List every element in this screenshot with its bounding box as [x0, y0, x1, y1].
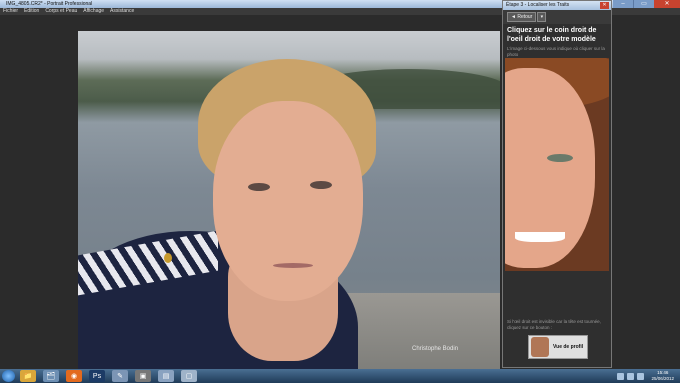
taskbar-apps: 📁 🗂 ◉ Ps ✎ ▣ ▤ ▢ — [20, 370, 204, 382]
menu-edition[interactable]: Edition — [21, 8, 42, 15]
feather-icon[interactable]: ✎ — [112, 370, 128, 382]
explorer-icon[interactable]: 📁 — [20, 370, 36, 382]
back-dropdown-button[interactable]: ▾ — [537, 12, 547, 22]
menu-assistance[interactable]: Assistance — [107, 8, 137, 15]
window-title: IMG_4805.CR2* - Portrait Professional — [6, 1, 93, 7]
step-instruction: L'image ci-dessous vous indique où cliqu… — [507, 46, 605, 57]
right-eye — [310, 181, 332, 189]
photo-canvas[interactable]: Christophe Bodin — [78, 31, 500, 383]
model-smile — [515, 232, 565, 242]
network-icon[interactable] — [627, 372, 635, 380]
mouth — [273, 263, 313, 268]
menu-affichage[interactable]: Affichage — [80, 8, 107, 15]
minimize-button[interactable]: – — [613, 0, 633, 8]
panel-title: Étape 3 - Localiser les Traits — [503, 1, 611, 10]
clock-date: 25/06/2012 — [651, 376, 674, 381]
firefox-icon[interactable]: ◉ — [66, 370, 82, 382]
photoshop-icon[interactable]: Ps — [89, 370, 105, 382]
step-heading: Cliquez sur le coin droit de l'oeil droi… — [507, 27, 597, 43]
clock[interactable]: 15:46 25/06/2012 — [651, 370, 674, 382]
step-panel: Étape 3 - Localiser les Traits ✕ ◄ Retou… — [502, 0, 612, 368]
earring — [164, 253, 172, 263]
profile-hint: Si l'œil droit est invisible car la tête… — [507, 319, 601, 330]
face — [213, 101, 363, 301]
document-icon[interactable]: ▤ — [158, 370, 174, 382]
taskbar: 📁 🗂 ◉ Ps ✎ ▣ ▤ ▢ 15:46 25/06/2012 — [0, 369, 680, 383]
photo-watermark: Christophe Bodin — [412, 346, 459, 352]
libraries-icon[interactable]: 🗂 — [43, 370, 59, 382]
menu-corps-et-peau[interactable]: Corps et Peau — [42, 8, 80, 15]
profile-thumbnail-icon — [531, 337, 549, 357]
close-button[interactable]: ✕ — [654, 0, 680, 8]
profile-view-label: Vue de profil — [553, 344, 584, 350]
model-reference-image — [505, 58, 609, 271]
window-controls: – ▭ ✕ — [613, 0, 680, 8]
start-button-icon[interactable] — [2, 370, 15, 382]
profile-view-button[interactable]: Vue de profil — [528, 335, 588, 359]
panel-toolbar: ◄ Retour ▾ — [503, 10, 611, 24]
maximize-button[interactable]: ▭ — [633, 0, 654, 8]
help-icon[interactable] — [617, 372, 625, 380]
model-eye — [547, 154, 573, 162]
window-icon[interactable]: ▢ — [181, 370, 197, 382]
panel-close-button[interactable]: ✕ — [600, 2, 609, 9]
system-tray: 15:46 25/06/2012 — [617, 370, 674, 382]
media-icon[interactable]: ▣ — [135, 370, 151, 382]
volume-icon[interactable] — [637, 372, 645, 380]
back-button[interactable]: ◄ Retour — [507, 12, 537, 22]
menu-fichier[interactable]: Fichier — [0, 8, 21, 15]
left-eye — [248, 183, 270, 191]
